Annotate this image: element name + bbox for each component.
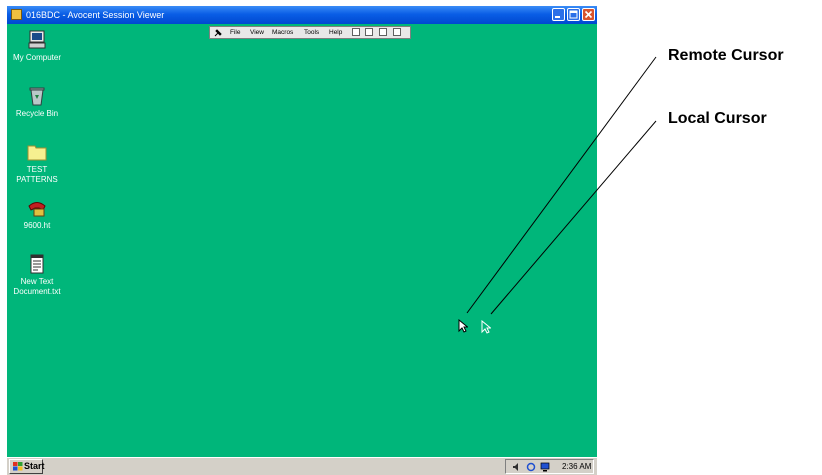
menu-view[interactable]: View — [250, 27, 264, 38]
computer-icon — [28, 30, 46, 49]
text-document-icon — [30, 254, 44, 274]
clock: 2:36 AM — [562, 462, 592, 471]
network-icon[interactable] — [526, 462, 536, 472]
minimize-button[interactable] — [552, 8, 565, 21]
hyperterminal-icon — [28, 202, 46, 217]
close-icon — [584, 10, 593, 19]
icon-label: 9600.ht — [23, 221, 51, 230]
close-button[interactable] — [582, 8, 595, 21]
remote-desktop[interactable]: File View Macros Tools Help My Computer — [7, 24, 597, 457]
volume-icon[interactable] — [512, 462, 522, 472]
session-menu-bar: File View Macros Tools Help — [209, 26, 411, 39]
icon-label: TEST PATTERNS — [16, 165, 58, 184]
icon-label: New Text Document.txt — [13, 277, 61, 296]
single-cursor-icon[interactable] — [365, 28, 373, 36]
windows-logo-icon — [13, 462, 23, 471]
remote-cursor-callout: Remote Cursor — [668, 47, 784, 64]
menu-macros[interactable]: Macros — [272, 27, 293, 38]
icon-label: Recycle Bin — [15, 109, 59, 118]
local-cursor-callout: Local Cursor — [668, 110, 767, 127]
maximize-icon — [569, 10, 578, 19]
start-label: Start — [24, 461, 45, 471]
title-bar[interactable]: 016BDC - Avocent Session Viewer — [7, 6, 597, 24]
folder-icon — [27, 145, 47, 161]
refresh-screen-icon[interactable] — [393, 28, 401, 36]
remote-cursor-icon — [458, 319, 468, 333]
minimize-icon — [555, 16, 560, 18]
menu-help[interactable]: Help — [329, 27, 342, 38]
maximize-button[interactable] — [567, 8, 580, 21]
menu-file[interactable]: File — [230, 27, 240, 38]
session-viewer-window: 016BDC - Avocent Session Viewer File Vie… — [7, 6, 597, 475]
toolbar-button-1[interactable] — [352, 28, 360, 36]
system-tray: 2:36 AM — [505, 459, 594, 474]
app-icon — [11, 9, 22, 20]
window-title: 016BDC - Avocent Session Viewer — [26, 10, 165, 20]
pin-icon[interactable] — [214, 28, 223, 37]
taskbar: Start 2:36 AM — [7, 457, 597, 475]
recycle-bin-icon — [29, 87, 45, 106]
start-button[interactable]: Start — [9, 459, 45, 474]
icon-label: My Computer — [12, 53, 61, 62]
align-cursor-icon[interactable] — [379, 28, 387, 36]
menu-tools[interactable]: Tools — [304, 27, 319, 38]
local-cursor-icon — [481, 320, 491, 334]
monitor-icon[interactable] — [540, 462, 550, 472]
